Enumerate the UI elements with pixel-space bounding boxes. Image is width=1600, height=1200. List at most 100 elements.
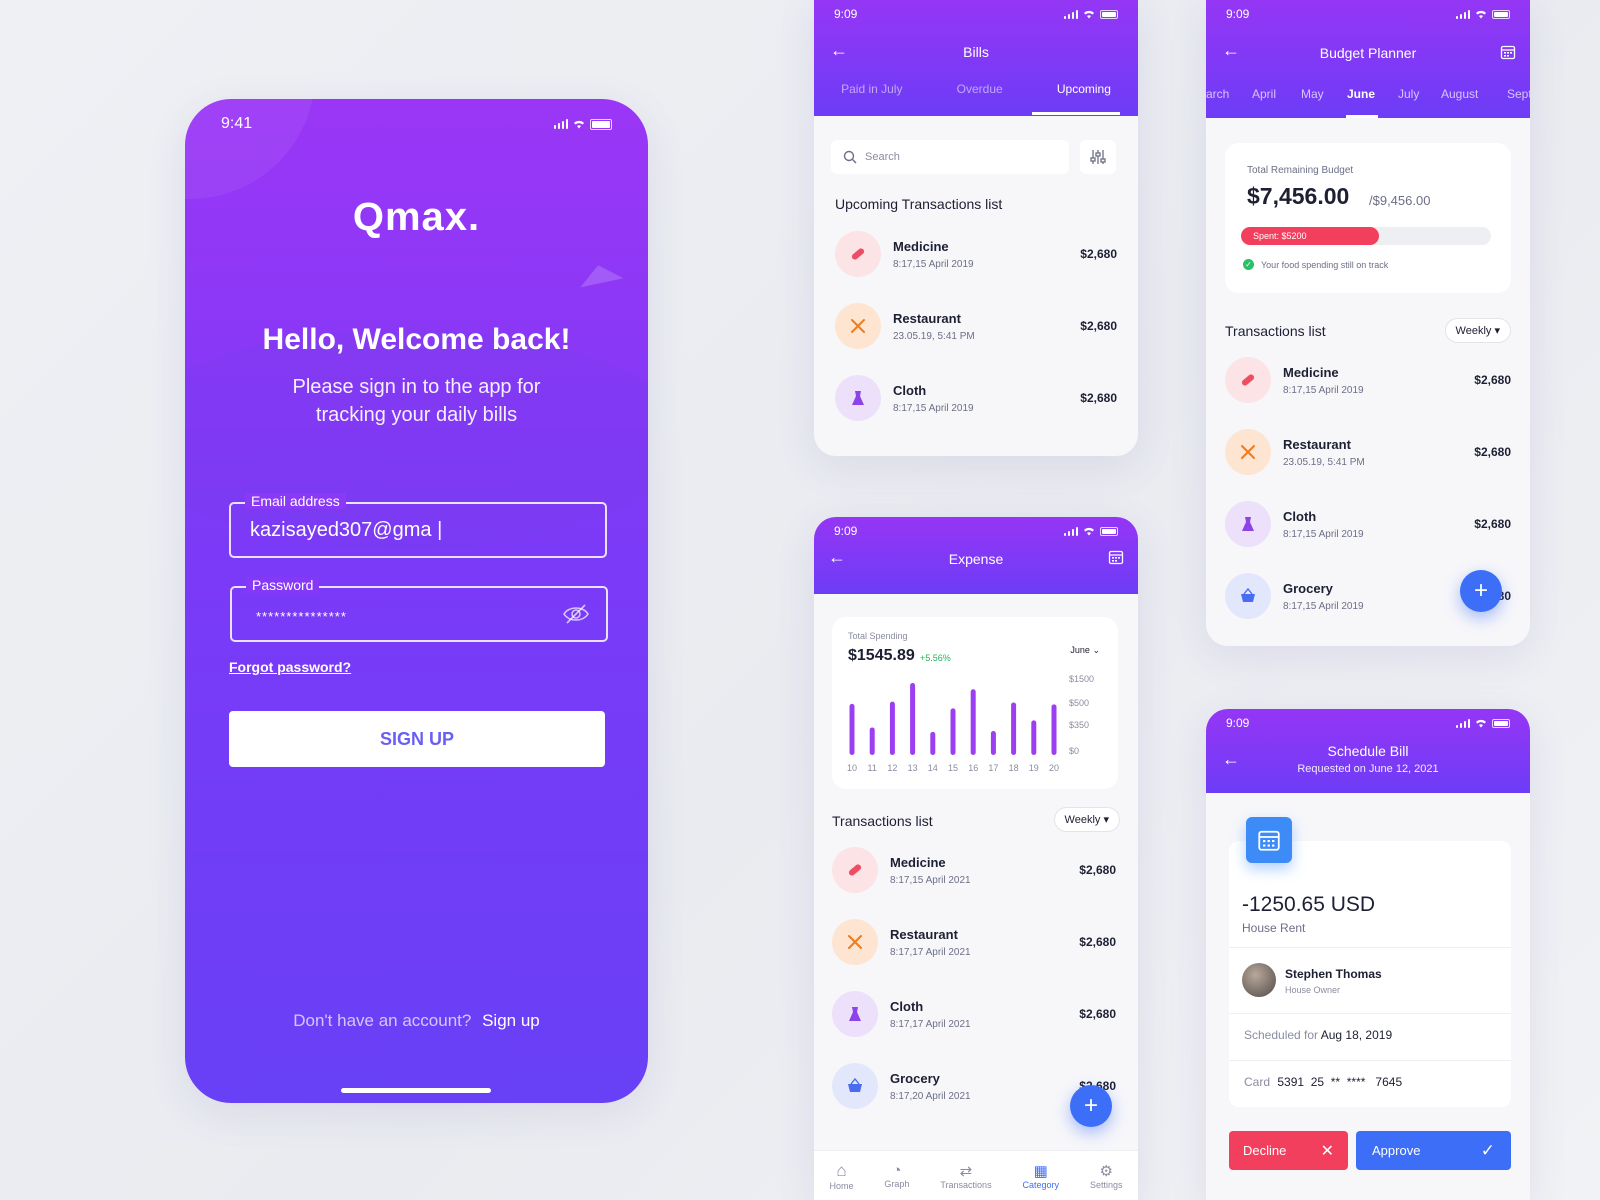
page-title: Schedule Bill	[1327, 743, 1409, 759]
x-tick-label: 13	[908, 763, 918, 773]
decline-button[interactable]: Decline ✕	[1229, 1131, 1348, 1170]
plus-icon: +	[1083, 1092, 1098, 1119]
list-item[interactable]: Medicine 8:17,15 April 2019 $2,680	[1225, 344, 1511, 416]
list-item[interactable]: Medicine 8:17,15 April 2019 $2,680	[835, 218, 1117, 290]
tab-april[interactable]: April	[1252, 87, 1276, 101]
item-date: 8:17,17 April 2021	[890, 946, 971, 958]
password-label: Password	[246, 577, 320, 593]
x-tick-label: 15	[948, 763, 958, 773]
budget-screen: 9:09 ← Budget Planner arch April May Jun…	[1206, 0, 1530, 646]
nav-home[interactable]: ⌂ Home	[829, 1161, 853, 1191]
wifi-icon	[1476, 719, 1486, 727]
list-item[interactable]: Cloth 8:17,15 April 2019 $2,680	[1225, 488, 1511, 560]
calendar-icon[interactable]	[1108, 549, 1124, 565]
pill-icon	[832, 847, 878, 893]
active-tab-indicator	[1032, 112, 1120, 115]
filter-value: Weekly	[1064, 814, 1101, 826]
password-value[interactable]: ***************	[256, 609, 347, 624]
list-item[interactable]: Restaurant 23.05.19, 5:41 PM $2,680	[1225, 416, 1511, 488]
tab-august[interactable]: August	[1441, 87, 1478, 101]
add-button[interactable]: +	[1070, 1085, 1112, 1127]
divider	[1229, 1060, 1511, 1061]
add-button[interactable]: +	[1460, 570, 1502, 612]
x-tick-label: 14	[928, 763, 938, 773]
spent-label: Spent: $5200	[1253, 231, 1307, 241]
divider	[1229, 1013, 1511, 1014]
list-item[interactable]: Restaurant 8:17,17 April 2021 $2,680	[832, 906, 1116, 978]
person-name: Stephen Thomas	[1285, 967, 1382, 981]
password-field[interactable]: Password ***************	[230, 577, 608, 642]
bills-tabs: Paid in July Overdue Upcoming	[814, 82, 1138, 96]
grid-icon: ▦	[1033, 1162, 1048, 1180]
item-name: Restaurant	[1283, 436, 1351, 452]
list-item[interactable]: Medicine 8:17,15 April 2021 $2,680	[832, 834, 1116, 906]
home-indicator	[341, 1088, 491, 1093]
status-icons	[553, 118, 612, 130]
nav-graph[interactable]: ◔ Graph	[884, 1162, 909, 1189]
calendar-icon[interactable]	[1500, 44, 1516, 60]
status-time: 9:09	[834, 524, 858, 538]
nav-settings[interactable]: ⚙ Settings	[1090, 1162, 1123, 1190]
caret-down-icon: ▾	[1494, 325, 1500, 337]
status-icons	[1455, 9, 1510, 19]
chart-bar	[869, 727, 875, 755]
tab-paid[interactable]: Paid in July	[841, 82, 902, 96]
y-tick-label: $350	[1069, 720, 1089, 730]
close-icon: ✕	[1320, 1142, 1334, 1160]
email-field[interactable]: Email address kazisayed307@gma |	[229, 493, 607, 558]
wifi-icon	[1084, 10, 1094, 18]
x-tick-label: 19	[1029, 763, 1039, 773]
home-icon: ⌂	[836, 1160, 847, 1180]
list-item[interactable]: Restaurant 23.05.19, 5:41 PM $2,680	[835, 290, 1117, 362]
pill-icon	[1225, 357, 1271, 403]
bill-card: -1250.65 USD House Rent Stephen Thomas H…	[1229, 841, 1511, 1107]
signup-link[interactable]: Sign up	[482, 1011, 540, 1030]
section-title: Transactions list	[1225, 323, 1326, 339]
item-name: Cloth	[890, 998, 924, 1014]
budget-total: /$9,456.00	[1369, 193, 1431, 208]
page-title: Expense	[948, 551, 1004, 567]
list-item[interactable]: Cloth 8:17,17 April 2021 $2,680	[832, 978, 1116, 1050]
divider	[1229, 947, 1511, 948]
signup-button[interactable]: SIGN UP	[229, 711, 605, 767]
tab-march[interactable]: arch	[1206, 87, 1229, 101]
weekly-filter[interactable]: Weekly ▾	[1053, 807, 1120, 832]
item-amount: $2,680	[1474, 373, 1511, 387]
status-icons	[1455, 718, 1510, 728]
filter-button[interactable]	[1080, 140, 1116, 174]
basket-icon	[832, 1063, 878, 1109]
month-select[interactable]: June ⌄	[1070, 645, 1100, 656]
item-amount: $2,680	[1474, 517, 1511, 531]
search-input[interactable]: Search	[831, 140, 1069, 174]
weekly-filter[interactable]: Weekly ▾	[1444, 318, 1511, 343]
nav-category[interactable]: ▦ Category	[1023, 1162, 1060, 1190]
section-title: Transactions list	[832, 813, 933, 829]
nav-label: Home	[829, 1180, 854, 1191]
item-date: 23.05.19, 5:41 PM	[1283, 456, 1365, 468]
tab-july[interactable]: July	[1398, 87, 1419, 101]
email-value[interactable]: kazisayed307@gma |	[250, 519, 442, 542]
dress-icon	[835, 375, 881, 421]
nav-transactions[interactable]: ⇄ Transactions	[940, 1162, 991, 1190]
forgot-password-link[interactable]: Forgot password?	[229, 659, 351, 675]
item-name: Cloth	[1283, 508, 1317, 524]
eye-off-icon[interactable]	[562, 603, 590, 625]
tab-overdue[interactable]: Overdue	[957, 82, 1003, 96]
list-item[interactable]: Cloth 8:17,15 April 2019 $2,680	[835, 362, 1117, 434]
item-name: Cloth	[893, 382, 927, 398]
scheduled-row: Scheduled for Aug 18, 2019	[1244, 1028, 1392, 1042]
plus-icon: +	[1473, 577, 1488, 604]
tab-june[interactable]: June	[1347, 87, 1375, 101]
status-bar: 9:09	[814, 517, 1138, 545]
item-date: 8:17,15 April 2019	[893, 258, 974, 270]
tab-may[interactable]: May	[1301, 87, 1324, 101]
signal-icon	[1063, 9, 1078, 19]
signal-icon	[1455, 718, 1470, 728]
chart-bar	[889, 701, 895, 755]
approve-button[interactable]: Approve ✓	[1356, 1131, 1511, 1170]
tab-upcoming[interactable]: Upcoming	[1057, 82, 1111, 96]
tab-september[interactable]: Sept	[1507, 87, 1530, 101]
track-note-text: Your food spending still on track	[1261, 259, 1389, 270]
basket-icon	[1225, 573, 1271, 619]
page-title: Bills	[963, 44, 989, 60]
